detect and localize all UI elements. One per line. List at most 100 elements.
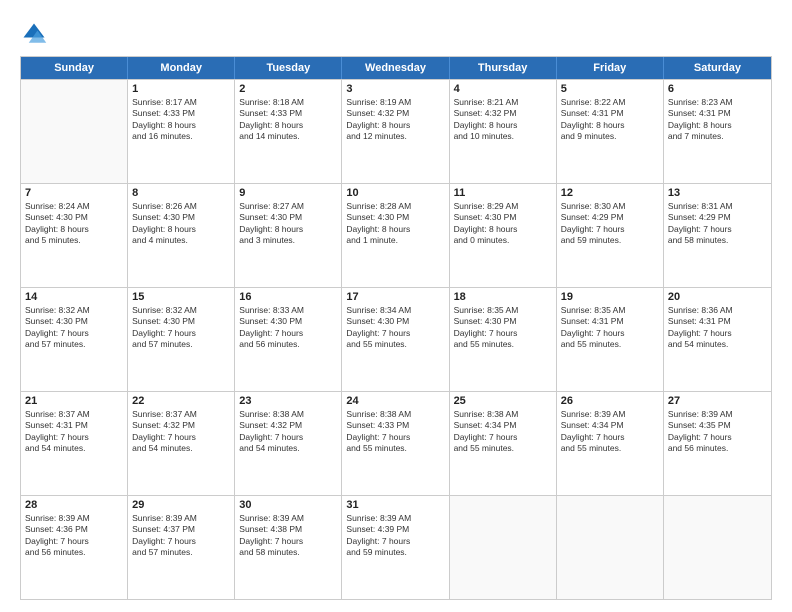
calendar-row: 7 Sunrise: 8:24 AM Sunset: 4:30 PM Daylig… [21, 183, 771, 287]
calendar-cell: 28 Sunrise: 8:39 AM Sunset: 4:36 PM Dayli… [21, 496, 128, 599]
day-number: 20 [668, 291, 767, 303]
calendar-cell: 31Sunrise: 8:39 AM Sunset: 4:39 PM Dayli… [342, 496, 449, 599]
day-info: Sunrise: 8:39 AM Sunset: 4:36 PM Dayligh… [25, 513, 123, 559]
day-number: 23 [239, 395, 337, 407]
weekday-header: Thursday [450, 57, 557, 79]
day-info: Sunrise: 8:26 AM Sunset: 4:30 PM Dayligh… [132, 201, 230, 247]
day-number: 29 [132, 499, 230, 511]
day-info: Sunrise: 8:35 AM Sunset: 4:30 PM Dayligh… [454, 305, 552, 351]
day-number: 11 [454, 187, 552, 199]
calendar-cell: 21Sunrise: 8:37 AM Sunset: 4:31 PM Dayli… [21, 392, 128, 495]
calendar-header: SundayMondayTuesdayWednesdayThursdayFrid… [21, 57, 771, 79]
calendar-cell: 16 Sunrise: 8:33 AM Sunset: 4:30 PM Dayli… [235, 288, 342, 391]
day-number: 25 [454, 395, 552, 407]
day-info: Sunrise: 8:22 AM Sunset: 4:31 PM Dayligh… [561, 97, 659, 143]
calendar-row: 14 Sunrise: 8:32 AM Sunset: 4:30 PM Dayli… [21, 287, 771, 391]
day-info: Sunrise: 8:32 AM Sunset: 4:30 PM Dayligh… [132, 305, 230, 351]
day-number: 28 [25, 499, 123, 511]
day-info: Sunrise: 8:21 AM Sunset: 4:32 PM Dayligh… [454, 97, 552, 143]
weekday-header: Saturday [664, 57, 771, 79]
weekday-header: Friday [557, 57, 664, 79]
calendar-cell: 11 Sunrise: 8:29 AM Sunset: 4:30 PM Dayli… [450, 184, 557, 287]
day-number: 18 [454, 291, 552, 303]
day-info: Sunrise: 8:38 AM Sunset: 4:33 PM Dayligh… [346, 409, 444, 455]
calendar-cell: 9 Sunrise: 8:27 AM Sunset: 4:30 PM Daylig… [235, 184, 342, 287]
calendar-cell: 23 Sunrise: 8:38 AM Sunset: 4:32 PM Dayli… [235, 392, 342, 495]
calendar-cell: 5 Sunrise: 8:22 AM Sunset: 4:31 PM Daylig… [557, 80, 664, 183]
calendar-cell: 8 Sunrise: 8:26 AM Sunset: 4:30 PM Daylig… [128, 184, 235, 287]
day-info: Sunrise: 8:37 AM Sunset: 4:32 PM Dayligh… [132, 409, 230, 455]
calendar-cell: 17Sunrise: 8:34 AM Sunset: 4:30 PM Dayli… [342, 288, 449, 391]
calendar: SundayMondayTuesdayWednesdayThursdayFrid… [20, 56, 772, 600]
day-info: Sunrise: 8:18 AM Sunset: 4:33 PM Dayligh… [239, 97, 337, 143]
header [20, 16, 772, 48]
day-number: 16 [239, 291, 337, 303]
day-number: 22 [132, 395, 230, 407]
calendar-cell: 7 Sunrise: 8:24 AM Sunset: 4:30 PM Daylig… [21, 184, 128, 287]
day-number: 7 [25, 187, 123, 199]
calendar-cell: 19 Sunrise: 8:35 AM Sunset: 4:31 PM Dayli… [557, 288, 664, 391]
calendar-cell: 4 Sunrise: 8:21 AM Sunset: 4:32 PM Daylig… [450, 80, 557, 183]
calendar-cell [664, 496, 771, 599]
calendar-cell: 27 Sunrise: 8:39 AM Sunset: 4:35 PM Dayli… [664, 392, 771, 495]
day-number: 8 [132, 187, 230, 199]
calendar-cell: 14 Sunrise: 8:32 AM Sunset: 4:30 PM Dayli… [21, 288, 128, 391]
day-number: 14 [25, 291, 123, 303]
day-number: 3 [346, 83, 444, 95]
day-number: 12 [561, 187, 659, 199]
day-info: Sunrise: 8:33 AM Sunset: 4:30 PM Dayligh… [239, 305, 337, 351]
day-info: Sunrise: 8:19 AM Sunset: 4:32 PM Dayligh… [346, 97, 444, 143]
calendar-row: 28 Sunrise: 8:39 AM Sunset: 4:36 PM Dayli… [21, 495, 771, 599]
calendar-cell: 26 Sunrise: 8:39 AM Sunset: 4:34 PM Dayli… [557, 392, 664, 495]
day-info: Sunrise: 8:39 AM Sunset: 4:39 PM Dayligh… [346, 513, 444, 559]
day-number: 26 [561, 395, 659, 407]
weekday-header: Sunday [21, 57, 128, 79]
day-info: Sunrise: 8:23 AM Sunset: 4:31 PM Dayligh… [668, 97, 767, 143]
calendar-cell: 15 Sunrise: 8:32 AM Sunset: 4:30 PM Dayli… [128, 288, 235, 391]
day-number: 17 [346, 291, 444, 303]
day-info: Sunrise: 8:24 AM Sunset: 4:30 PM Dayligh… [25, 201, 123, 247]
day-number: 27 [668, 395, 767, 407]
day-info: Sunrise: 8:29 AM Sunset: 4:30 PM Dayligh… [454, 201, 552, 247]
calendar-cell: 30Sunrise: 8:39 AM Sunset: 4:38 PM Dayli… [235, 496, 342, 599]
day-number: 13 [668, 187, 767, 199]
day-number: 1 [132, 83, 230, 95]
day-number: 5 [561, 83, 659, 95]
day-info: Sunrise: 8:39 AM Sunset: 4:34 PM Dayligh… [561, 409, 659, 455]
weekday-header: Monday [128, 57, 235, 79]
calendar-cell: 20 Sunrise: 8:36 AM Sunset: 4:31 PM Dayli… [664, 288, 771, 391]
day-info: Sunrise: 8:35 AM Sunset: 4:31 PM Dayligh… [561, 305, 659, 351]
calendar-cell: 3 Sunrise: 8:19 AM Sunset: 4:32 PM Daylig… [342, 80, 449, 183]
calendar-cell: 10 Sunrise: 8:28 AM Sunset: 4:30 PM Dayli… [342, 184, 449, 287]
calendar-cell: 12 Sunrise: 8:30 AM Sunset: 4:29 PM Dayli… [557, 184, 664, 287]
day-number: 10 [346, 187, 444, 199]
logo-icon [20, 20, 48, 48]
day-info: Sunrise: 8:27 AM Sunset: 4:30 PM Dayligh… [239, 201, 337, 247]
calendar-cell: 22 Sunrise: 8:37 AM Sunset: 4:32 PM Dayli… [128, 392, 235, 495]
day-info: Sunrise: 8:28 AM Sunset: 4:30 PM Dayligh… [346, 201, 444, 247]
calendar-cell: 1 Sunrise: 8:17 AM Sunset: 4:33 PM Daylig… [128, 80, 235, 183]
day-info: Sunrise: 8:39 AM Sunset: 4:35 PM Dayligh… [668, 409, 767, 455]
calendar-cell: 18 Sunrise: 8:35 AM Sunset: 4:30 PM Dayli… [450, 288, 557, 391]
day-info: Sunrise: 8:17 AM Sunset: 4:33 PM Dayligh… [132, 97, 230, 143]
day-info: Sunrise: 8:38 AM Sunset: 4:32 PM Dayligh… [239, 409, 337, 455]
day-info: Sunrise: 8:37 AM Sunset: 4:31 PM Dayligh… [25, 409, 123, 455]
logo [20, 20, 52, 48]
page: SundayMondayTuesdayWednesdayThursdayFrid… [0, 0, 792, 612]
calendar-cell [450, 496, 557, 599]
day-info: Sunrise: 8:32 AM Sunset: 4:30 PM Dayligh… [25, 305, 123, 351]
calendar-cell: 25Sunrise: 8:38 AM Sunset: 4:34 PM Dayli… [450, 392, 557, 495]
day-number: 24 [346, 395, 444, 407]
day-info: Sunrise: 8:36 AM Sunset: 4:31 PM Dayligh… [668, 305, 767, 351]
day-number: 15 [132, 291, 230, 303]
day-number: 9 [239, 187, 337, 199]
calendar-body: 1 Sunrise: 8:17 AM Sunset: 4:33 PM Daylig… [21, 79, 771, 599]
day-number: 6 [668, 83, 767, 95]
day-info: Sunrise: 8:30 AM Sunset: 4:29 PM Dayligh… [561, 201, 659, 247]
day-number: 19 [561, 291, 659, 303]
day-number: 4 [454, 83, 552, 95]
calendar-cell: 29Sunrise: 8:39 AM Sunset: 4:37 PM Dayli… [128, 496, 235, 599]
day-info: Sunrise: 8:31 AM Sunset: 4:29 PM Dayligh… [668, 201, 767, 247]
day-number: 30 [239, 499, 337, 511]
calendar-cell [557, 496, 664, 599]
